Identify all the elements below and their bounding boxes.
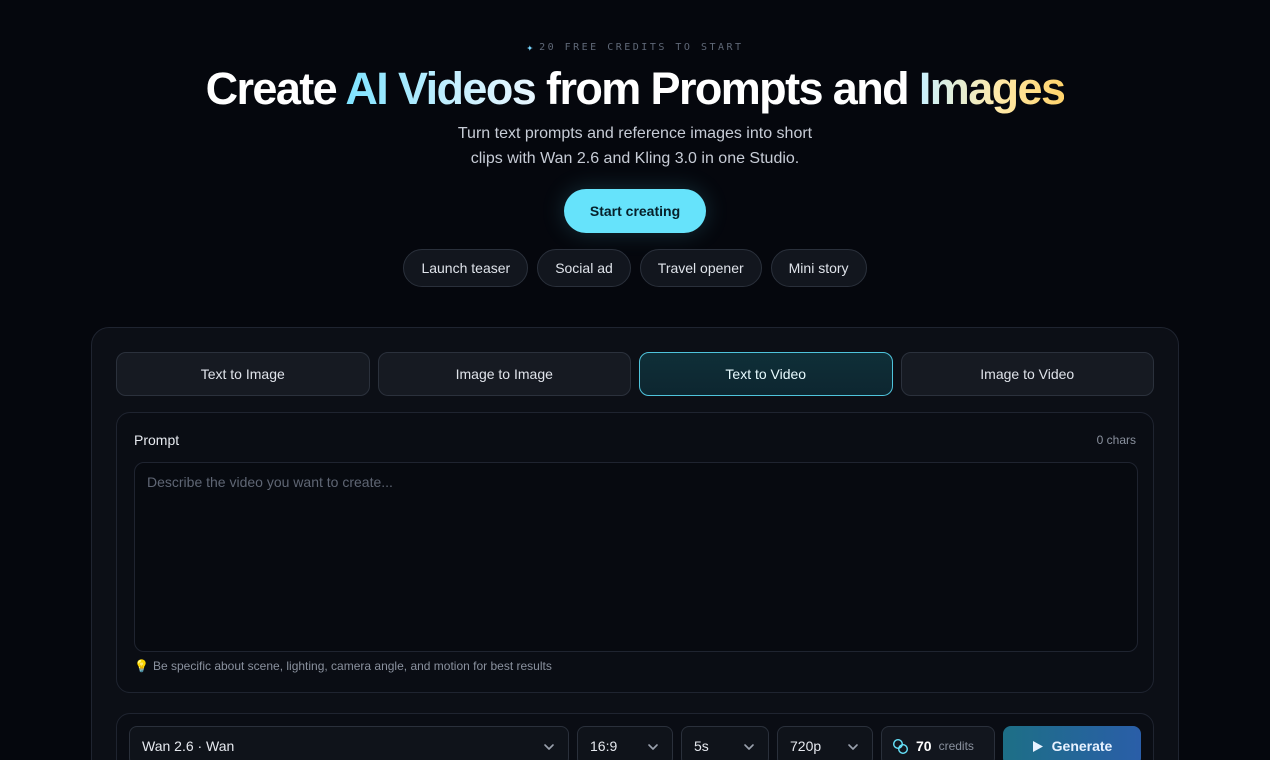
chevron-down-icon (544, 744, 554, 750)
free-credits-badge: ✦ 20 FREE CREDITS TO START (0, 41, 1270, 54)
resolution-value: 720p (790, 738, 822, 754)
tab-text-to-image[interactable]: Text to Image (116, 352, 370, 396)
mode-tabs: Text to Image Image to Image Text to Vid… (116, 352, 1154, 396)
chevron-down-icon (648, 744, 658, 750)
aspect-ratio-select[interactable]: 16:9 (577, 726, 673, 760)
generate-label: Generate (1051, 738, 1113, 754)
chevron-down-icon (744, 744, 754, 750)
model-select-value: Wan 2.6 · Wan (142, 738, 235, 754)
start-creating-button[interactable]: Start creating (564, 189, 706, 233)
title-part-2: from Prompts and (535, 63, 919, 114)
play-icon (1032, 740, 1043, 752)
credits-label: credits (938, 739, 974, 753)
tab-text-to-video[interactable]: Text to Video (639, 352, 893, 396)
prompt-tip: 💡 Be specific about scene, lighting, cam… (134, 659, 552, 673)
title-highlight-ai-videos: AI Videos (345, 63, 536, 114)
studio-panel: Text to Image Image to Image Text to Vid… (91, 327, 1179, 760)
badge-text: 20 FREE CREDITS TO START (539, 42, 744, 53)
sparkle-icon: ✦ (526, 41, 534, 54)
generation-controls: Wan 2.6 · Wan 16:9 5s 720p 70 credits Ge… (116, 713, 1154, 760)
resolution-select[interactable]: 720p (777, 726, 873, 760)
prompt-tip-text: Be specific about scene, lighting, camer… (152, 659, 552, 673)
credits-value: 70 (916, 738, 932, 754)
tab-image-to-video[interactable]: Image to Video (900, 352, 1154, 396)
title-highlight-images: Images (918, 63, 1066, 114)
example-chips: Launch teaser Social ad Travel opener Mi… (0, 249, 1270, 287)
page-title: Create AI Videos from Prompts and Images (0, 62, 1270, 116)
aspect-ratio-value: 16:9 (590, 738, 618, 754)
duration-select[interactable]: 5s (681, 726, 769, 760)
chip-social-ad[interactable]: Social ad (537, 249, 631, 287)
duration-value: 5s (694, 738, 709, 754)
chip-launch-teaser[interactable]: Launch teaser (403, 249, 529, 287)
subtitle-line-2: clips with Wan 2.6 and Kling 3.0 in one … (470, 150, 800, 167)
chevron-down-icon (848, 744, 858, 750)
generate-button[interactable]: Generate (1003, 726, 1141, 760)
page-subtitle: Turn text prompts and reference images i… (0, 121, 1270, 171)
credits-cost: 70 credits (881, 726, 995, 760)
prompt-char-count: 0 chars (1096, 433, 1136, 447)
tab-image-to-image[interactable]: Image to Image (377, 352, 631, 396)
chip-mini-story[interactable]: Mini story (770, 249, 867, 287)
lightbulb-icon: 💡 (134, 659, 149, 673)
prompt-label: Prompt (134, 432, 180, 448)
model-select[interactable]: Wan 2.6 · Wan (129, 726, 569, 760)
prompt-input[interactable] (134, 462, 1138, 652)
prompt-card: Prompt 0 chars 💡 Be specific about scene… (116, 412, 1154, 693)
subtitle-line-1: Turn text prompts and reference images i… (457, 125, 813, 142)
coins-icon (892, 738, 909, 754)
title-part-1: Create (205, 63, 346, 114)
chip-travel-opener[interactable]: Travel opener (639, 249, 762, 287)
